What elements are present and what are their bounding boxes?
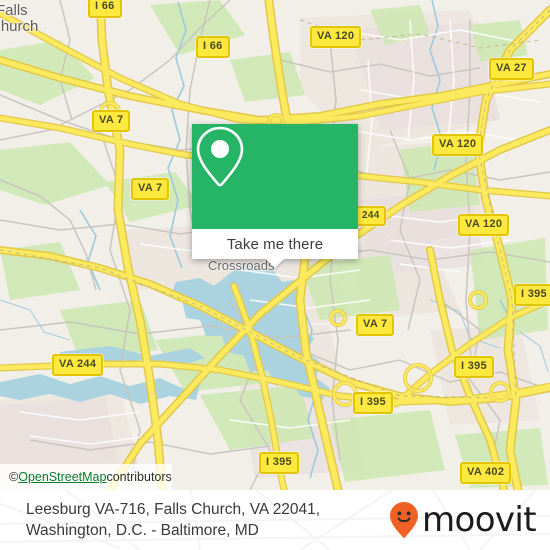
take-me-there-label: Take me there xyxy=(226,235,324,253)
road-shield: VA 244 xyxy=(52,354,104,376)
footer-address: Leesburg VA-716, Falls Church, VA 22041,… xyxy=(26,499,320,541)
attribution-prefix: © xyxy=(9,470,19,484)
road-shield: I 66 xyxy=(88,0,122,18)
map-screenshot-root: I 66 I 66 VA 120 VA 27 VA 7 VA 120 VA 7 244 VA 1… xyxy=(0,0,550,550)
place-label: Falls xyxy=(0,2,28,19)
location-popup-card[interactable]: Take me there xyxy=(192,124,358,268)
place-label: Crossroads xyxy=(208,258,275,273)
location-pin-outline-icon xyxy=(196,126,244,187)
map-attribution: © OpenStreetMap contributors xyxy=(0,464,172,490)
footer-address-line-2: Washington, D.C. - Baltimore, MD xyxy=(26,522,259,539)
road-shield: VA 7 xyxy=(131,178,170,200)
openstreetmap-link[interactable]: OpenStreetMap xyxy=(18,470,106,484)
road-shield: VA 120 xyxy=(432,134,484,156)
map-canvas[interactable]: I 66 I 66 VA 120 VA 27 VA 7 VA 120 VA 7 244 VA 1… xyxy=(0,0,550,490)
road-shield: I 395 xyxy=(514,284,550,306)
popup-pointer-tip xyxy=(266,259,284,268)
road-shield: 244 xyxy=(356,206,386,226)
place-label: Church xyxy=(0,18,39,35)
road-shield: I 395 xyxy=(353,392,393,414)
road-shield: VA 7 xyxy=(92,110,131,132)
road-shield: I 395 xyxy=(259,452,299,474)
footer-address-line-1: Leesburg VA-716, Falls Church, VA 22041, xyxy=(26,501,321,518)
road-shield: VA 7 xyxy=(356,314,395,336)
popup-header xyxy=(192,124,358,229)
road-shield: VA 120 xyxy=(458,214,510,236)
road-shield: VA 27 xyxy=(489,58,534,80)
moovit-smiley-pin-icon xyxy=(389,502,418,538)
moovit-brand: moovit xyxy=(389,500,537,540)
attribution-suffix: contributors xyxy=(106,470,172,484)
take-me-there-button[interactable]: Take me there xyxy=(192,229,358,259)
road-shield: VA 402 xyxy=(460,462,512,484)
footer-bar: Leesburg VA-716, Falls Church, VA 22041,… xyxy=(0,490,550,550)
road-shield: I 66 xyxy=(196,36,230,58)
road-shield: VA 120 xyxy=(310,26,362,48)
road-shield: I 395 xyxy=(454,356,494,378)
moovit-wordmark: moovit xyxy=(421,500,537,540)
